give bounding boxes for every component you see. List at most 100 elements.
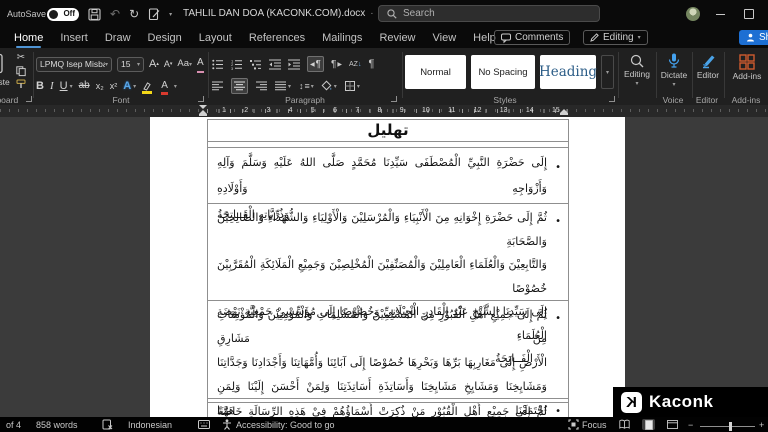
numbered-list-button[interactable]: 123: [231, 59, 243, 70]
zoom-slider-thumb[interactable]: [729, 422, 732, 431]
copy-icon[interactable]: [16, 66, 26, 76]
comments-button[interactable]: Comments: [494, 30, 570, 45]
share-button[interactable]: Share: [739, 30, 768, 45]
tab-design[interactable]: Design: [148, 28, 182, 48]
zoom-out-button[interactable]: −: [688, 420, 693, 430]
tab-insert[interactable]: Insert: [60, 28, 88, 48]
paragraph-dialog-launcher[interactable]: [391, 96, 397, 102]
style-normal[interactable]: Normal: [405, 55, 466, 89]
format-painter-icon[interactable]: [16, 79, 26, 89]
tab-review[interactable]: Review: [379, 28, 415, 48]
paste-button[interactable]: Paste: [0, 52, 10, 87]
ribbon-tabs: Home Insert Draw Design Layout Reference…: [14, 28, 496, 48]
page[interactable]: تهليل • إِلَى حَضْرَةِ النَّبِيِّ الْمُص…: [150, 117, 625, 432]
strikethrough-button[interactable]: ab: [79, 78, 90, 94]
read-mode-button[interactable]: [618, 419, 631, 430]
arabic-line: ثُمَّ إِلَى حَضْرَةِ إِخْوَانِهِ مِنَ ال…: [217, 206, 547, 253]
qat-more-icon[interactable]: ▾: [169, 11, 172, 18]
text-effects-button[interactable]: A: [123, 78, 131, 94]
redo-icon[interactable]: ↻: [129, 5, 139, 23]
arabic-line: الْأَرْضِ إِلَى مَغَارِبِهَا بَرِّهَا وَ…: [217, 351, 547, 375]
clipboard-dialog-launcher[interactable]: [26, 96, 32, 102]
borders-button[interactable]: ▾: [345, 81, 360, 91]
style-no-spacing[interactable]: No Spacing: [471, 55, 535, 89]
font-size-value: 15: [121, 59, 130, 69]
zoom-slider-track[interactable]: [700, 426, 755, 427]
tab-layout[interactable]: Layout: [199, 28, 232, 48]
tab-home[interactable]: Home: [14, 28, 43, 48]
increase-indent-button[interactable]: [288, 59, 300, 70]
user-avatar[interactable]: [686, 7, 700, 21]
line-spacing-button[interactable]: ↕≡▾: [299, 81, 314, 91]
editing-button[interactable]: Editing ▾: [620, 54, 654, 87]
shrink-font-button[interactable]: A▾: [164, 56, 173, 72]
undo-icon[interactable]: ↶: [110, 5, 120, 23]
dictate-button[interactable]: Dictate ▾: [658, 53, 690, 88]
ltr-direction-button[interactable]: ¶ ▶: [331, 59, 342, 70]
stamp-icon[interactable]: [148, 8, 160, 21]
shading-button[interactable]: ▾: [322, 81, 337, 91]
bold-button[interactable]: B: [36, 78, 44, 94]
zoom-in-button[interactable]: +: [759, 420, 764, 430]
accessibility-status[interactable]: Accessibility: Good to go: [236, 420, 335, 430]
styles-dialog-launcher[interactable]: [609, 96, 615, 102]
font-dialog-launcher[interactable]: [198, 96, 204, 102]
style-heading[interactable]: Heading: [540, 55, 596, 89]
proofing-errors-icon[interactable]: [102, 419, 113, 430]
grow-font-button[interactable]: A▴: [149, 56, 159, 72]
minimize-icon[interactable]: [716, 14, 725, 15]
tab-draw[interactable]: Draw: [105, 28, 131, 48]
bullet-list-button[interactable]: [212, 59, 224, 70]
change-case-button[interactable]: Aa▾: [177, 56, 192, 73]
editor-group-label: Editor: [692, 95, 722, 105]
align-center-button[interactable]: [231, 78, 248, 94]
tab-help[interactable]: Help: [473, 28, 496, 48]
search-input[interactable]: Search: [378, 5, 600, 22]
editor-button[interactable]: Editor: [694, 54, 722, 80]
justify-button[interactable]: ▾: [275, 81, 291, 91]
ruler[interactable]: 123456789101112131415: [0, 105, 768, 117]
font-size-select[interactable]: 15 ▾: [117, 57, 144, 72]
underline-chevron-icon[interactable]: ▾: [70, 83, 73, 90]
highlight-color-button[interactable]: [142, 82, 152, 91]
focus-label[interactable]: Focus: [582, 420, 607, 430]
tab-references[interactable]: References: [249, 28, 305, 48]
superscript-button[interactable]: x²: [110, 78, 118, 94]
align-left-button[interactable]: [212, 81, 223, 91]
accessibility-icon[interactable]: [222, 419, 232, 430]
cut-icon[interactable]: ✂: [17, 53, 25, 63]
rtl-direction-button[interactable]: ◀ ¶: [307, 56, 324, 72]
align-right-button[interactable]: [256, 81, 267, 91]
page-indicator[interactable]: of 4: [6, 420, 21, 430]
updown-arrow-icon: ↕: [299, 81, 304, 91]
font-color-button[interactable]: A: [161, 80, 168, 92]
keyboard-icon[interactable]: [198, 420, 210, 429]
clear-formatting-button[interactable]: A: [197, 55, 204, 73]
font-size-chevron-icon: ▾: [137, 61, 140, 68]
language-indicator[interactable]: Indonesian: [128, 420, 172, 430]
sort-button[interactable]: AZ↓: [349, 61, 361, 68]
web-layout-button[interactable]: [666, 419, 679, 430]
tab-mailings[interactable]: Mailings: [322, 28, 362, 48]
word-count[interactable]: 858 words: [36, 420, 78, 430]
indent-marker-left[interactable]: [199, 105, 207, 116]
autosave-toggle[interactable]: Off: [47, 8, 79, 21]
addins-button[interactable]: Add-ins: [726, 54, 768, 81]
group-divider: [208, 52, 209, 98]
decrease-indent-button[interactable]: [269, 59, 281, 70]
styles-gallery-more-button[interactable]: ▾: [601, 55, 614, 89]
tab-view[interactable]: View: [433, 28, 457, 48]
italic-button[interactable]: I: [50, 78, 54, 94]
subscript-button[interactable]: x₂: [96, 78, 104, 94]
save-icon[interactable]: [88, 8, 101, 21]
print-layout-button[interactable]: [642, 419, 655, 430]
font-family-select[interactable]: LPMQ Isep Misbah ▾: [36, 57, 112, 72]
focus-icon[interactable]: [568, 419, 579, 430]
editing-mode-button[interactable]: Editing ▾: [583, 30, 648, 45]
restore-icon[interactable]: [744, 9, 754, 19]
show-paragraph-marks-button[interactable]: ¶: [368, 58, 374, 70]
underline-button[interactable]: U: [60, 78, 68, 94]
indent-marker-right[interactable]: [560, 109, 568, 115]
multilevel-list-button[interactable]: [250, 59, 262, 70]
styles-group-label: Styles: [405, 95, 605, 105]
